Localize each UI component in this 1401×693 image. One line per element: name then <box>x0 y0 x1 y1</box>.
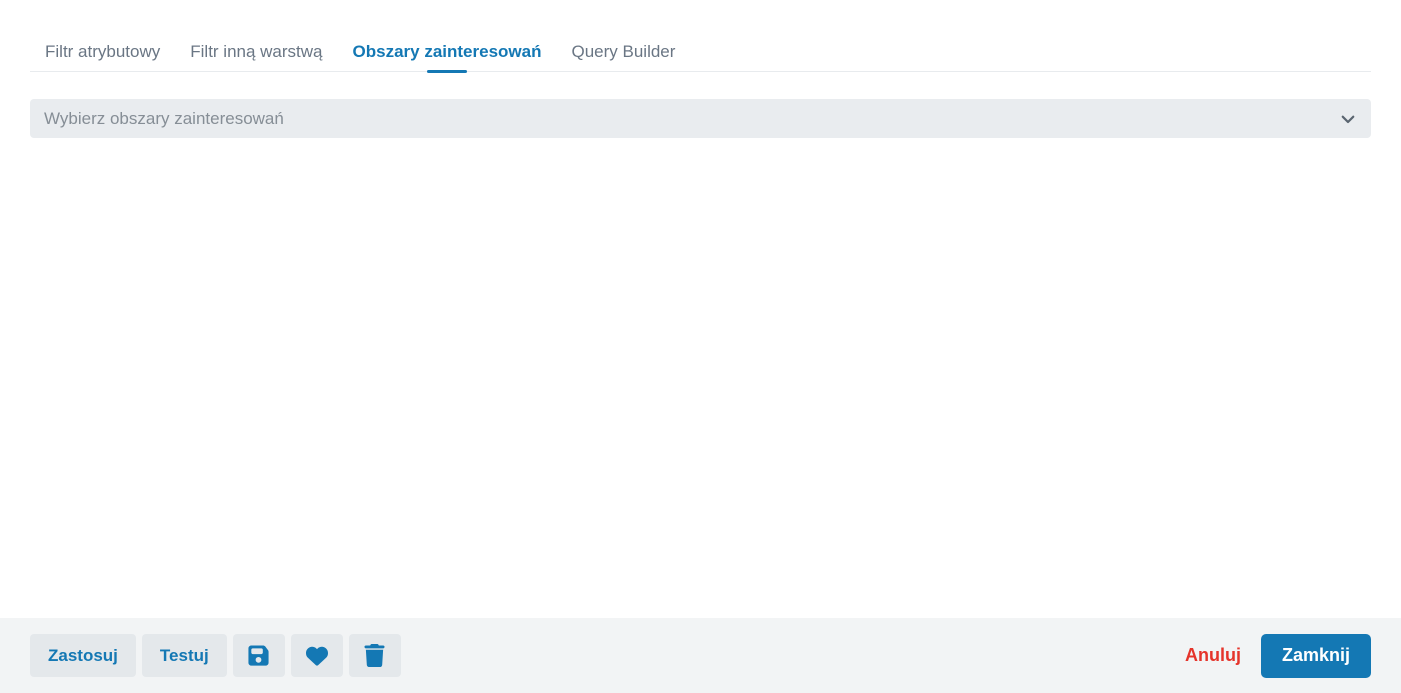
areas-of-interest-select[interactable]: Wybierz obszary zainteresowań <box>30 99 1371 138</box>
heart-icon <box>305 645 329 667</box>
close-button[interactable]: Zamknij <box>1260 633 1371 678</box>
chevron-down-icon <box>1339 110 1357 128</box>
delete-button[interactable] <box>348 634 401 677</box>
trash-icon <box>364 644 385 667</box>
tabs-bar: Filtr atrybutowy Filtr inną warstwą Obsz… <box>30 0 1371 72</box>
dialog-footer: Zastosuj Testuj Anuluj Zamknij <box>0 618 1401 693</box>
test-button[interactable]: Testuj <box>141 634 227 677</box>
tab-obszary-zainteresowan[interactable]: Obszary zainteresowań <box>338 33 557 71</box>
tab-filtr-atrybutowy[interactable]: Filtr atrybutowy <box>30 33 175 71</box>
tab-filtr-inna-warstwa[interactable]: Filtr inną warstwą <box>175 33 337 71</box>
footer-action-group: Zastosuj Testuj <box>30 634 401 677</box>
tab-query-builder[interactable]: Query Builder <box>556 33 690 71</box>
save-icon <box>247 644 270 667</box>
footer-dialog-group: Anuluj Zamknij <box>1183 633 1371 678</box>
select-placeholder: Wybierz obszary zainteresowań <box>44 108 284 128</box>
save-button[interactable] <box>232 634 285 677</box>
apply-button[interactable]: Zastosuj <box>30 634 136 677</box>
cancel-button[interactable]: Anuluj <box>1183 645 1243 666</box>
filter-dialog: Filtr atrybutowy Filtr inną warstwą Obsz… <box>0 0 1401 693</box>
favorite-button[interactable] <box>290 634 343 677</box>
